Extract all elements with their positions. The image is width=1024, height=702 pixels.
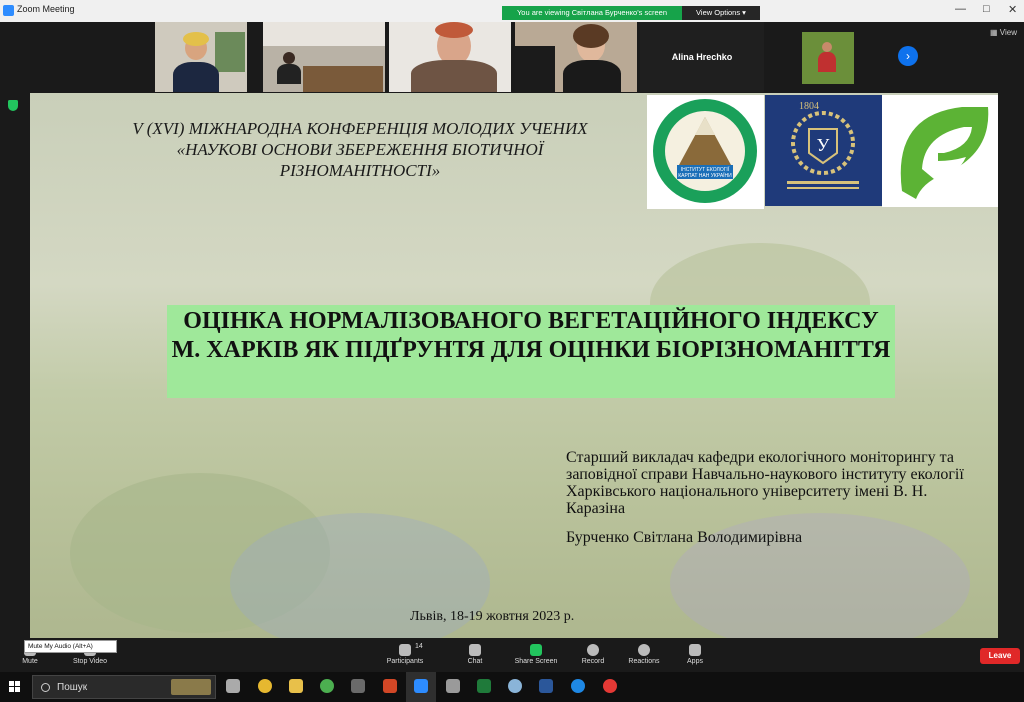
search-highlight-image: [171, 679, 211, 695]
record-icon: [587, 644, 599, 656]
window-title: Zoom Meeting: [17, 4, 75, 14]
leave-button[interactable]: Leave: [980, 648, 1020, 664]
apps-icon: [689, 644, 701, 656]
task-view-icon[interactable]: [226, 679, 240, 693]
author-name: Бурченко Світлана Володимирівна: [566, 529, 803, 546]
view-options-button[interactable]: View Options ▾: [682, 6, 760, 20]
video-tile[interactable]: [389, 22, 511, 92]
reactions-label: Reactions: [628, 658, 660, 665]
taskbar-search-placeholder: Пошук: [57, 682, 88, 693]
participant-name-tile[interactable]: Alina Hrechko: [640, 22, 764, 92]
institute-logo-text: ІНСТИТУТ ЕКОЛОГІЇ КАРПАТ НАН УКРАЇНИ: [678, 167, 732, 179]
security-shield-icon: [8, 100, 18, 111]
app-icon[interactable]: [351, 679, 365, 693]
app-icon[interactable]: [258, 679, 272, 693]
share-screen-icon: [530, 644, 542, 656]
video-tile[interactable]: [515, 22, 637, 92]
video-strip: Alina Hrechko › ▦ View: [0, 22, 1024, 92]
file-explorer-icon[interactable]: [289, 679, 303, 693]
institute-logo: ІНСТИТУТ ЕКОЛОГІЇ КАРПАТ НАН УКРАЇНИ: [647, 95, 764, 209]
svg-text:У: У: [817, 135, 830, 155]
powerpoint-icon[interactable]: [383, 679, 397, 693]
search-icon: [41, 683, 50, 692]
word-icon[interactable]: [539, 679, 553, 693]
presentation-title: ОЦІНКА НОРМАЛІЗОВАНОГО ВЕГЕТАЦІЙНОГО ІНД…: [171, 308, 891, 363]
record-label: Record: [581, 658, 605, 665]
app-icon[interactable]: [508, 679, 522, 693]
participants-label: Participants: [386, 658, 424, 665]
stop-video-label: Stop Video: [72, 658, 108, 665]
windows-taskbar: Пошук: [0, 672, 1024, 702]
chat-button[interactable]: Chat: [445, 640, 505, 672]
video-tile[interactable]: [263, 22, 385, 92]
apps-label: Apps: [687, 658, 703, 665]
windows-start-icon[interactable]: [9, 681, 21, 693]
mute-label: Mute: [22, 658, 38, 665]
view-button[interactable]: ▦ View: [990, 28, 1017, 37]
reactions-icon: [638, 644, 650, 656]
chat-icon: [469, 644, 481, 656]
chrome-icon[interactable]: [320, 679, 334, 693]
taskbar-search[interactable]: Пошук: [32, 675, 216, 699]
maximize-icon[interactable]: □: [983, 3, 990, 15]
author-affiliation: Старший викладач кафедри екологічного мо…: [566, 449, 964, 517]
minimize-icon[interactable]: —: [955, 3, 966, 15]
participants-button[interactable]: Participants 14: [375, 640, 435, 672]
screen-share-banner: You are viewing Світлана Бурченко's scre…: [502, 6, 682, 20]
share-screen-label: Share Screen: [514, 658, 558, 665]
next-page-button[interactable]: ›: [898, 46, 918, 66]
view-label: View: [999, 28, 1017, 37]
conference-date: Львів, 18-19 жовтня 2023 р.: [410, 609, 575, 624]
close-icon[interactable]: ✕: [1008, 3, 1017, 16]
e-logo: [882, 95, 998, 207]
mute-tooltip: Mute My Audio (Alt+A): [24, 640, 117, 653]
video-tile[interactable]: [155, 22, 247, 92]
excel-icon[interactable]: [477, 679, 491, 693]
zoom-taskbar-icon[interactable]: [414, 679, 428, 693]
app-icon[interactable]: [446, 679, 460, 693]
edge-icon[interactable]: [571, 679, 585, 693]
apps-button[interactable]: Apps: [665, 640, 725, 672]
participants-count: 14: [415, 643, 423, 650]
conference-title: V (XVI) МІЖНАРОДНА КОНФЕРЕНЦІЯ МОЛОДИХ У…: [132, 119, 588, 180]
chat-label: Chat: [467, 658, 483, 665]
app-icon[interactable]: [603, 679, 617, 693]
share-screen-button[interactable]: Share Screen: [506, 640, 566, 672]
participants-icon: [399, 644, 411, 656]
shared-screen-slide: V (XVI) МІЖНАРОДНА КОНФЕРЕНЦІЯ МОЛОДИХ У…: [30, 93, 998, 638]
zoom-app-icon: [3, 5, 14, 16]
university-logo: 1804 У: [765, 95, 882, 206]
view-options-label: View Options: [696, 8, 741, 17]
participant-avatar: [802, 32, 854, 84]
university-logo-year: 1804: [799, 101, 819, 112]
author-block: Старший викладач кафедри екологічного мо…: [566, 449, 986, 546]
meeting-controls: Mute Stop Video Participants 14 Chat Shar…: [0, 640, 1024, 672]
